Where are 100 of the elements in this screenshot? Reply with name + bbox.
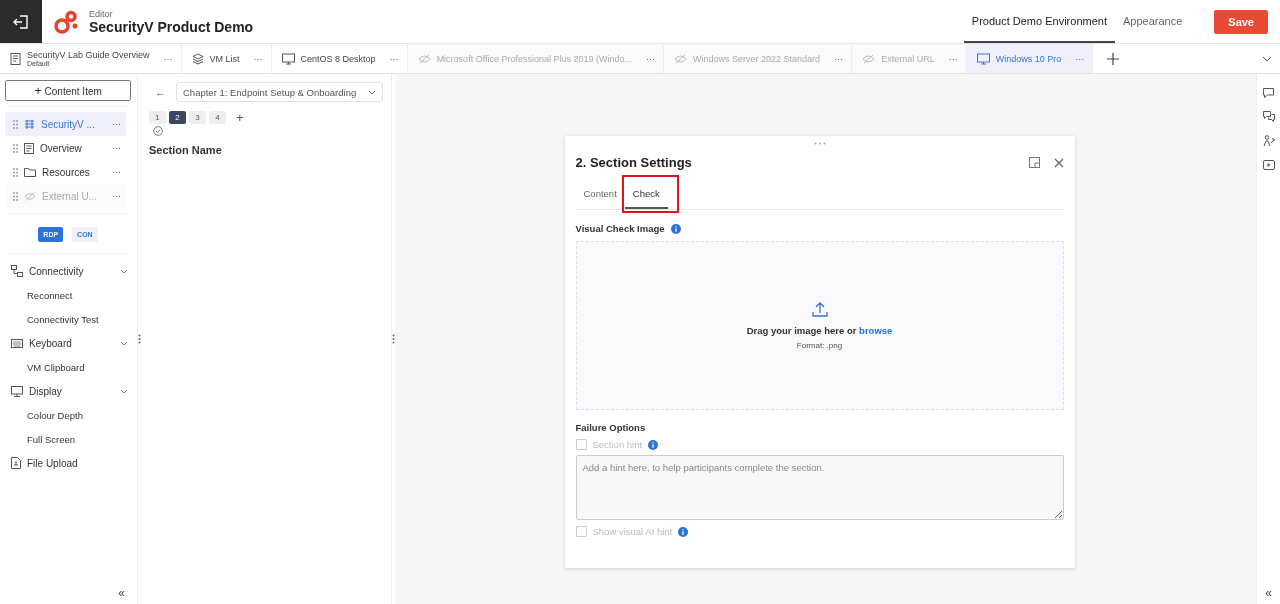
field-label: Visual Check Image [575,223,665,234]
menu-item[interactable]: VM Clipboard [5,355,137,379]
drag-handle-icon[interactable] [13,143,18,153]
drag-handle-icon[interactable] [813,142,826,145]
dialog-tab[interactable]: Check [624,182,668,209]
resize-handle-icon[interactable] [138,334,141,344]
image-drop-zone[interactable]: Drag your image here or browse Format: .png [575,241,1064,410]
add-section-button[interactable]: + [236,112,244,123]
section-heading: Failure Options [575,422,647,433]
more-button[interactable]: ··· [163,53,173,64]
chevron-down-icon [368,89,376,95]
environment-tab[interactable]: Microsoft Office Professional Plus 2019 (Windo... ··· [407,44,665,73]
tab-label: Windows Server 2022 Standard [693,53,821,64]
item-label: Resources [42,166,91,178]
upload-icon [811,301,828,317]
menu-group[interactable]: Keyboard [5,331,128,355]
exit-icon [13,13,29,30]
add-tab-icon[interactable] [1107,52,1120,65]
section-button[interactable]: 4 [209,111,226,124]
comments-icon[interactable] [1262,111,1275,122]
menu-item[interactable]: Colour Depth [5,403,137,427]
person-route-icon[interactable] [1262,135,1275,147]
more-button[interactable]: ··· [112,143,121,153]
editor-label: Editor [89,8,114,19]
exit-button[interactable] [0,0,42,43]
close-icon[interactable] [1053,157,1064,168]
section-name-heading: Section Name [149,144,223,156]
more-button[interactable]: ··· [112,191,121,201]
checkbox-label: Section hint [592,439,643,450]
expand-icon[interactable] [1028,157,1040,168]
video-icon[interactable] [1262,160,1275,170]
drag-handle-icon[interactable] [13,119,18,129]
content-item[interactable]: Resources ··· [5,160,126,184]
chat-icon[interactable] [1263,88,1274,98]
menu-group[interactable]: Display [5,379,128,403]
document-icon [24,142,34,154]
resize-handle-icon[interactable] [392,334,395,344]
chevron-down-icon[interactable] [120,340,128,346]
environment-tab[interactable]: Windows 10 Pro ··· [966,44,1094,73]
collapse-button[interactable]: « [118,586,125,600]
environment-tab[interactable]: Windows Server 2022 Standard ··· [664,44,853,73]
hint-field[interactable]: Add a hint here, to help participants complete the section. [575,455,1064,520]
back-button[interactable]: ← [149,86,170,98]
dialog-tab[interactable]: Content [575,182,625,209]
tab-label: External URL [881,53,935,64]
environment-tab[interactable]: External URL ··· [852,44,967,73]
section-button[interactable]: 1 [149,111,166,124]
more-button[interactable]: ··· [112,119,121,129]
chevron-down-icon[interactable] [1262,55,1272,62]
info-icon[interactable] [648,439,659,450]
section-button[interactable]: 3 [189,111,206,124]
chevron-down-icon[interactable] [120,388,128,394]
menu-item[interactable]: Full Screen [5,427,137,451]
tab-label: SecurityV Lab Guide Overview [27,50,150,60]
content-item[interactable]: External U... ··· [5,184,126,208]
menu-item[interactable]: Connectivity Test [5,307,137,331]
monitor-icon [281,52,295,65]
section-button[interactable]: 2 [169,111,186,124]
chapter-dropdown[interactable]: Chapter 1: Endpoint Setup & Onboarding [176,82,383,102]
add-content-button[interactable]: + Content Item [5,80,131,101]
browse-link[interactable]: browse [859,324,893,336]
content-item[interactable]: SecurityV ... ··· [5,112,126,136]
tab-label: VM List [209,53,240,64]
logo-icon [53,8,79,35]
environment-tab[interactable]: VM List ··· [181,44,272,73]
keyboard-icon [11,338,23,348]
eye-off-icon [674,53,688,64]
save-button[interactable]: Save [1214,9,1268,34]
environment-tab[interactable]: CentOS 8 Desktop ··· [271,44,408,73]
layers-icon [191,52,204,65]
more-button[interactable]: ··· [112,167,121,177]
nav-tab[interactable]: Product Demo Environment [963,0,1115,43]
drag-handle-icon[interactable] [13,167,18,177]
drag-handle-icon[interactable] [13,191,18,201]
collapse-button[interactable]: « [1265,586,1272,600]
monitor-icon [976,52,990,65]
nav-tab[interactable]: Appearance [1114,0,1191,43]
menu-item[interactable]: Reconnect [5,283,137,307]
more-button[interactable]: ··· [646,53,656,64]
file-icon [11,457,21,469]
dialog-title: 2. Section Settings [575,155,692,170]
more-button[interactable]: ··· [834,53,844,64]
more-button[interactable]: ··· [253,53,263,64]
chevron-down-icon[interactable] [120,268,128,274]
menu-group[interactable]: File Upload [5,451,128,475]
item-label: External U... [42,190,99,202]
project-title: SecurityV Product Demo [89,18,254,35]
link-icon [11,265,23,277]
format-note: Format: .png [796,340,843,350]
tab-label: Windows 10 Pro [995,53,1062,64]
more-button[interactable]: ··· [948,53,958,64]
more-button[interactable]: ··· [389,53,399,64]
info-icon[interactable] [678,526,689,537]
menu-group[interactable]: Connectivity [5,259,128,283]
eye-off-icon [862,53,876,64]
more-button[interactable]: ··· [1075,53,1085,64]
item-label: SecurityV ... [41,118,96,130]
drop-instructions: Drag your image here or browse [746,324,893,336]
info-icon[interactable] [670,223,681,234]
content-item[interactable]: Overview ··· [5,136,126,160]
